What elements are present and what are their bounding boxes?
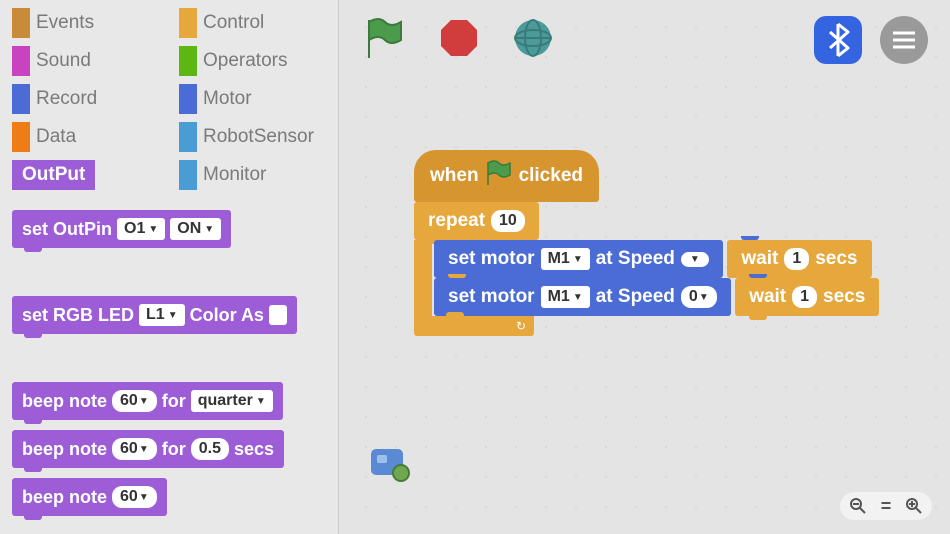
block-beep-secs[interactable]: beep note 60▼ for 0.5 secs	[12, 430, 284, 468]
block-label: wait	[741, 248, 778, 270]
input-secs[interactable]: 0.5	[191, 438, 229, 460]
cat-label: Sound	[36, 50, 91, 72]
category-data[interactable]: Data	[12, 118, 171, 156]
cat-label: Control	[203, 12, 264, 34]
zoom-out-button[interactable]	[846, 494, 870, 518]
zoom-controls: =	[840, 492, 932, 520]
block-wait[interactable]: wait 1 secs	[727, 240, 871, 278]
block-label: for	[162, 391, 186, 412]
cat-label: Events	[36, 12, 94, 34]
category-monitor[interactable]: Monitor	[179, 156, 338, 194]
script-canvas[interactable]: when clicked repeat 10 set motor M1▼ at …	[338, 0, 950, 534]
block-label: Color As	[190, 305, 264, 326]
dropdown-state[interactable]: ON▼	[170, 218, 221, 240]
block-label: wait	[749, 286, 786, 308]
category-record[interactable]: Record	[12, 80, 171, 118]
bluetooth-button[interactable]	[814, 16, 862, 64]
input-note[interactable]: 60▼	[112, 438, 157, 460]
block-beep[interactable]: beep note 60▼	[12, 478, 167, 516]
block-set-motor[interactable]: set motor M1▼ at Speed 0▼	[434, 278, 731, 316]
category-sound[interactable]: Sound	[12, 42, 171, 80]
dropdown-led[interactable]: L1▼	[139, 304, 185, 326]
repeat-end: ↻	[414, 316, 534, 336]
category-operators[interactable]: Operators	[179, 42, 338, 80]
cat-label: Record	[36, 88, 97, 110]
cat-label: Operators	[203, 50, 287, 72]
repeat-arrow-icon: ↻	[516, 319, 526, 333]
dropdown-pin[interactable]: O1▼	[117, 218, 165, 240]
globe-button[interactable]	[511, 16, 555, 60]
block-label: at Speed	[596, 248, 675, 270]
block-label: set RGB LED	[22, 305, 134, 326]
block-label: when	[430, 165, 479, 187]
canvas-toolbar-right	[814, 16, 928, 64]
dropdown-motor[interactable]: M1▼	[541, 286, 590, 308]
category-control[interactable]: Control	[179, 4, 338, 42]
block-set-motor[interactable]: set motor M1▼ at Speed ▼	[434, 240, 723, 278]
block-label: secs	[823, 286, 865, 308]
dropdown-motor[interactable]: M1▼	[541, 248, 590, 270]
input-note[interactable]: 60▼	[112, 486, 157, 508]
input-note[interactable]: 60▼	[112, 390, 157, 412]
block-label: beep note	[22, 487, 107, 508]
zoom-reset-button[interactable]: =	[874, 494, 898, 518]
block-label: secs	[815, 248, 857, 270]
menu-button[interactable]	[880, 16, 928, 64]
block-label: beep note	[22, 391, 107, 412]
category-events[interactable]: Events	[12, 4, 171, 42]
block-label: at Speed	[596, 286, 675, 308]
canvas-toolbar	[363, 16, 555, 60]
block-set-outpin[interactable]: set OutPin O1▼ ON▼	[12, 210, 231, 248]
block-beep-quarter[interactable]: beep note 60▼ for quarter▼	[12, 382, 283, 420]
block-label: repeat	[428, 210, 485, 232]
cat-label: Monitor	[203, 164, 266, 186]
block-palette-sidebar: Events Control Sound Operators Record Mo…	[0, 0, 338, 534]
input-speed[interactable]: 0▼	[681, 286, 717, 308]
input-secs[interactable]: 1	[792, 286, 817, 308]
block-label: set OutPin	[22, 219, 112, 240]
input-secs[interactable]: 1	[784, 248, 809, 270]
category-output[interactable]: OutPut	[12, 156, 171, 194]
repeat-body: set motor M1▼ at Speed ▼ wait 1 secs set…	[414, 240, 950, 316]
cat-label: OutPut	[12, 160, 95, 190]
stop-button[interactable]	[437, 16, 481, 60]
block-set-rgb[interactable]: set RGB LED L1▼ Color As	[12, 296, 297, 334]
cat-label: Motor	[203, 88, 252, 110]
hat-when-flag-clicked[interactable]: when clicked	[414, 150, 599, 202]
category-grid: Events Control Sound Operators Record Mo…	[12, 4, 338, 194]
block-label: secs	[234, 439, 274, 460]
script-stack[interactable]: when clicked repeat 10 set motor M1▼ at …	[414, 150, 950, 336]
block-label: set motor	[448, 248, 535, 270]
block-label: for	[162, 439, 186, 460]
color-input[interactable]	[269, 305, 287, 325]
cat-label: Data	[36, 126, 76, 148]
green-flag-button[interactable]	[363, 16, 407, 60]
category-robotsensor[interactable]: RobotSensor	[179, 118, 338, 156]
block-label: set motor	[448, 286, 535, 308]
block-label: clicked	[519, 165, 583, 187]
zoom-in-button[interactable]	[902, 494, 926, 518]
dropdown-duration[interactable]: quarter▼	[191, 390, 273, 412]
category-motor[interactable]: Motor	[179, 80, 338, 118]
cat-label: RobotSensor	[203, 126, 314, 148]
block-label: beep note	[22, 439, 107, 460]
block-repeat[interactable]: repeat 10	[414, 202, 539, 240]
green-flag-icon	[485, 160, 513, 192]
input-count[interactable]: 10	[491, 210, 525, 232]
sprite-icon[interactable]	[367, 441, 417, 490]
input-speed[interactable]: ▼	[681, 252, 709, 267]
block-list: set OutPin O1▼ ON▼ set RGB LED L1▼ Color…	[12, 210, 338, 516]
block-wait[interactable]: wait 1 secs	[735, 278, 879, 316]
